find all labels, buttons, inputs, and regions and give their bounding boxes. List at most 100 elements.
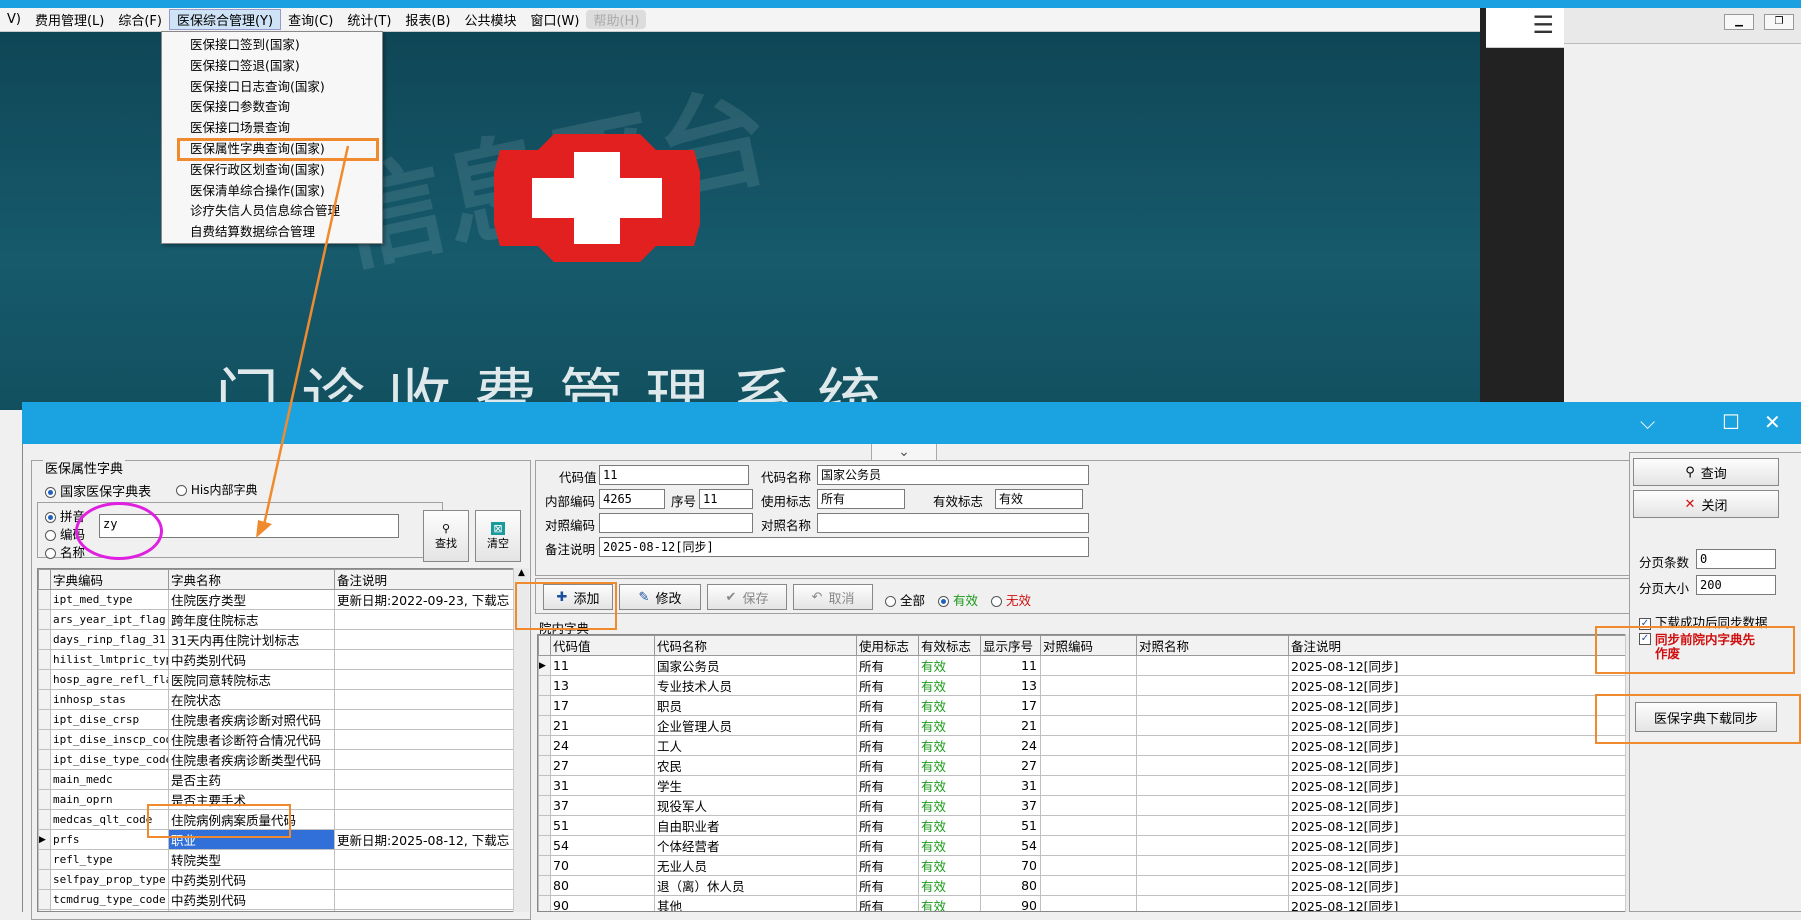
remark-cell[interactable]: 2025-08-12[同步] bbox=[1288, 755, 1644, 776]
use-flag-cell[interactable]: 所有 bbox=[856, 835, 919, 856]
dict-code-cell[interactable]: hilist_lmtpric_typ bbox=[50, 649, 169, 670]
menu-item-window[interactable]: 窗口(W) bbox=[523, 10, 586, 29]
filter-valid-radio[interactable]: 有效 bbox=[938, 590, 978, 609]
remark-cell[interactable]: 2025-08-12[同步] bbox=[1288, 895, 1644, 911]
chevron-down-icon[interactable]: ⌵ bbox=[1640, 410, 1655, 434]
remark-cell[interactable]: 2025-08-12[同步] bbox=[1288, 655, 1644, 676]
column-header[interactable]: 代码值 bbox=[550, 635, 655, 656]
map-name-cell[interactable] bbox=[1136, 695, 1289, 716]
code-value-cell[interactable]: 11 bbox=[550, 655, 655, 676]
dict-name-cell[interactable]: 住院患者疾病诊断对照代码 bbox=[168, 709, 335, 730]
dropdown-item-sign-in[interactable]: 医保接口签到(国家) bbox=[162, 35, 382, 56]
map-name-cell[interactable] bbox=[1136, 775, 1289, 796]
dict-remark-cell[interactable] bbox=[334, 729, 514, 750]
display-seq-cell[interactable]: 54 bbox=[980, 835, 1041, 856]
valid-flag-cell[interactable]: 有效 bbox=[918, 735, 981, 756]
valid-flag-select[interactable]: 有效 bbox=[995, 489, 1083, 509]
table-row[interactable]: hilist_lmtpric_typ 中药类别代码 bbox=[38, 649, 514, 670]
column-header[interactable]: 备注说明 bbox=[1288, 635, 1644, 656]
code-name-cell[interactable]: 自由职业者 bbox=[654, 815, 857, 836]
map-name-cell[interactable] bbox=[1136, 675, 1289, 696]
remark-cell[interactable]: 2025-08-12[同步] bbox=[1288, 835, 1644, 856]
dict-code-cell[interactable]: refl_type bbox=[50, 849, 169, 870]
map-code-cell[interactable] bbox=[1040, 815, 1137, 836]
column-header[interactable]: 字典编码 bbox=[50, 569, 169, 590]
close-button[interactable]: ✕ 关闭 bbox=[1633, 490, 1779, 518]
dict-name-cell[interactable]: 医院同意转院标志 bbox=[168, 669, 335, 690]
remark-cell[interactable]: 2025-08-12[同步] bbox=[1288, 675, 1644, 696]
column-header[interactable]: 对照名称 bbox=[1136, 635, 1289, 656]
menu-item-statistics[interactable]: 统计(T) bbox=[340, 10, 398, 29]
map-name-cell[interactable] bbox=[1136, 815, 1289, 836]
remark-cell[interactable]: 2025-08-12[同步] bbox=[1288, 855, 1644, 876]
code-name-cell[interactable]: 学生 bbox=[654, 775, 857, 796]
dict-remark-cell[interactable] bbox=[334, 849, 514, 870]
display-seq-cell[interactable]: 31 bbox=[980, 775, 1041, 796]
dict-remark-cell[interactable] bbox=[334, 769, 514, 790]
menu-item-medical-insurance[interactable]: 医保综合管理(Y) bbox=[168, 9, 282, 30]
dict-name-cell[interactable]: 在院状态 bbox=[168, 689, 335, 710]
table-row[interactable]: ▶ 11 国家公务员 所有 有效 11 2025-08-12[同步] bbox=[538, 655, 1644, 676]
use-flag-cell[interactable]: 所有 bbox=[856, 695, 919, 716]
hamburger-menu-icon[interactable]: ☰ bbox=[1486, 8, 1564, 48]
code-value-field[interactable]: 11 bbox=[599, 465, 749, 485]
dropdown-item-list-operation[interactable]: 医保清单综合操作(国家) bbox=[162, 181, 382, 202]
filter-all-radio[interactable]: 全部 bbox=[885, 590, 925, 609]
code-value-cell[interactable]: 24 bbox=[550, 735, 655, 756]
seq-field[interactable]: 11 bbox=[699, 489, 753, 509]
dict-remark-cell[interactable] bbox=[334, 869, 514, 890]
dict-code-cell[interactable]: ipt_dise_crsp bbox=[50, 709, 169, 730]
table-row[interactable]: ars_year_ipt_flag 跨年度住院标志 bbox=[38, 609, 514, 630]
map-code-cell[interactable] bbox=[1040, 675, 1137, 696]
cancel-button[interactable]: ↶ 取消 bbox=[793, 584, 873, 610]
column-header[interactable]: 有效标志 bbox=[918, 635, 981, 656]
code-value-cell[interactable]: 21 bbox=[550, 715, 655, 736]
dict-code-cell[interactable]: tcmdrug_type_code bbox=[50, 889, 169, 910]
remark-cell[interactable]: 2025-08-12[同步] bbox=[1288, 735, 1644, 756]
dict-remark-cell[interactable] bbox=[334, 809, 514, 830]
dict-remark-cell[interactable] bbox=[334, 709, 514, 730]
menu-item-reports[interactable]: 报表(B) bbox=[398, 10, 457, 29]
code-name-cell[interactable]: 其他 bbox=[654, 895, 857, 911]
remark-cell[interactable]: 2025-08-12[同步] bbox=[1288, 775, 1644, 796]
column-header[interactable]: 字典名称 bbox=[168, 569, 335, 590]
dict-remark-cell[interactable] bbox=[334, 749, 514, 770]
table-row[interactable]: ipt_dise_type_code 住院患者疾病诊断类型代码 bbox=[38, 749, 514, 770]
dropdown-item-selfpay-settlement[interactable]: 自费结算数据综合管理 bbox=[162, 222, 382, 243]
table-row[interactable]: hosp_agre_refl_fla 医院同意转院标志 bbox=[38, 669, 514, 690]
use-flag-cell[interactable]: 所有 bbox=[856, 735, 919, 756]
use-flag-cell[interactable]: 所有 bbox=[856, 755, 919, 776]
table-row[interactable]: 90 其他 所有 有效 90 2025-08-12[同步] bbox=[538, 895, 1644, 911]
dropdown-item-param-query[interactable]: 医保接口参数查询 bbox=[162, 97, 382, 118]
remark-cell[interactable]: 2025-08-12[同步] bbox=[1288, 815, 1644, 836]
code-name-cell[interactable]: 国家公务员 bbox=[654, 655, 857, 676]
edit-button[interactable]: ✎ 修改 bbox=[619, 584, 701, 610]
dropdown-item-region-query[interactable]: 医保行政区划查询(国家) bbox=[162, 160, 382, 181]
radio-his-dictionary[interactable]: His内部字典 bbox=[176, 481, 257, 498]
dict-remark-cell[interactable]: 更新日期:2025-08-12, 下载忘 bbox=[334, 829, 514, 850]
map-code-cell[interactable] bbox=[1040, 855, 1137, 876]
code-name-field[interactable]: 国家公务员 bbox=[817, 465, 1089, 485]
code-value-cell[interactable]: 90 bbox=[550, 895, 655, 911]
query-button[interactable]: ⚲ 查询 bbox=[1633, 458, 1779, 486]
display-seq-cell[interactable]: 80 bbox=[980, 875, 1041, 896]
remark-cell[interactable]: 2025-08-12[同步] bbox=[1288, 695, 1644, 716]
code-name-cell[interactable]: 职员 bbox=[654, 695, 857, 716]
code-name-cell[interactable]: 专业技术人员 bbox=[654, 675, 857, 696]
table-row[interactable]: 27 农民 所有 有效 27 2025-08-12[同步] bbox=[538, 755, 1644, 776]
use-flag-cell[interactable]: 所有 bbox=[856, 875, 919, 896]
remark-cell[interactable]: 2025-08-12[同步] bbox=[1288, 875, 1644, 896]
dict-code-cell[interactable]: ipt_dise_inscp_cod bbox=[50, 729, 169, 750]
code-value-cell[interactable]: 13 bbox=[550, 675, 655, 696]
display-seq-cell[interactable]: 17 bbox=[980, 695, 1041, 716]
dict-code-cell[interactable]: main_medc bbox=[50, 769, 169, 790]
menu-item[interactable]: V) bbox=[0, 12, 28, 27]
valid-flag-cell[interactable]: 有效 bbox=[918, 655, 981, 676]
dict-name-cell[interactable]: 住院患者疾病诊断类型代码 bbox=[168, 749, 335, 770]
valid-flag-cell[interactable]: 有效 bbox=[918, 695, 981, 716]
map-code-cell[interactable] bbox=[1040, 655, 1137, 676]
table-row[interactable]: refl_type 转院类型 bbox=[38, 849, 514, 870]
table-row[interactable]: 37 现役军人 所有 有效 37 2025-08-12[同步] bbox=[538, 795, 1644, 816]
table-row[interactable]: ipt_med_type 住院医疗类型 更新日期:2022-09-23, 下载忘 bbox=[38, 589, 514, 610]
map-code-field[interactable] bbox=[599, 513, 753, 533]
